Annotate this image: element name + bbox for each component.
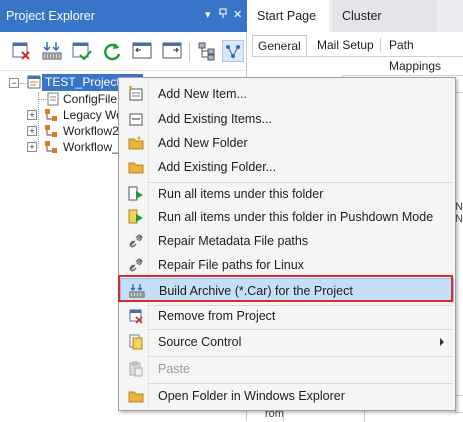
toolbar-separator: [189, 42, 190, 62]
menu-item-label: Paste: [158, 362, 190, 376]
build-archive-icon[interactable]: [41, 40, 63, 62]
submenu-arrow-icon: [440, 338, 444, 346]
tree-item-workflow-t[interactable]: Workflow_T: [63, 139, 126, 156]
menu-item-add-existing-items[interactable]: Add Existing Items...: [120, 107, 454, 131]
menu-item-remove[interactable]: Remove from Project: [120, 304, 454, 328]
close-icon[interactable]: ✕: [233, 8, 242, 21]
panel-title: Project Explorer: [6, 9, 95, 23]
menu-item-label: Repair Metadata File paths: [158, 234, 309, 248]
explorer-toolbar: [0, 32, 246, 71]
check-icon[interactable]: [71, 40, 93, 62]
document-tab-bar: Start Page Cluster Settings: [247, 0, 463, 55]
menu-item-repair-linux[interactable]: Repair File paths for Linux: [120, 253, 454, 277]
menu-item-build-archive[interactable]: Build Archive (*.Car) for the Project: [120, 278, 454, 302]
config-file-icon: [46, 92, 59, 106]
expand-icon[interactable]: +: [27, 142, 37, 152]
workflow-icon: [44, 124, 57, 137]
link-icon: [128, 233, 144, 249]
menu-item-label: Add New Folder: [158, 136, 248, 150]
folder-icon: [128, 159, 144, 175]
source-control-icon: [128, 334, 144, 350]
folder-new-icon: [128, 135, 144, 151]
menu-item-label: Run all items under this folder in Pushd…: [158, 210, 434, 224]
dropdown-icon[interactable]: ▾: [205, 8, 211, 21]
run-pushdown-icon: [128, 209, 144, 225]
subtab-divider: [380, 38, 381, 52]
subtab-mail-setup[interactable]: Mail Setup: [312, 35, 379, 56]
workflow-icon: [44, 108, 57, 121]
menu-item-label: Build Archive (*.Car) for the Project: [159, 284, 353, 298]
remove-icon: [128, 308, 144, 324]
menu-item-paste[interactable]: Paste: [120, 357, 454, 381]
tree-line: [38, 92, 40, 148]
panel-right-icon[interactable]: [161, 40, 183, 62]
workflow-icon: [44, 140, 57, 153]
menu-item-add-new-item[interactable]: Add New Item...: [120, 82, 454, 106]
remove-red-icon[interactable]: [10, 40, 32, 62]
link-icon: [128, 257, 144, 273]
menu-item-source-control[interactable]: Source Control: [120, 330, 454, 354]
background-text: ND: [455, 201, 463, 213]
run-icon: [128, 186, 144, 202]
add-existing-items-icon: [128, 111, 144, 127]
pin-icon[interactable]: [218, 8, 228, 21]
menu-item-add-existing-folder[interactable]: Add Existing Folder...: [120, 155, 454, 179]
background-text: ND: [455, 213, 463, 225]
menu-item-repair-metadata[interactable]: Repair Metadata File paths: [120, 229, 454, 253]
context-menu: Add New Item... Add Existing Items... Ad…: [118, 77, 456, 411]
menu-item-label: Add New Item...: [158, 87, 247, 101]
menu-item-add-new-folder[interactable]: Add New Folder: [120, 131, 454, 155]
menu-item-label: Source Control: [158, 335, 242, 349]
subtab-general[interactable]: General: [252, 35, 307, 56]
expand-icon[interactable]: +: [27, 110, 37, 120]
menu-item-label: Repair File paths for Linux: [158, 258, 304, 272]
refresh-icon[interactable]: [101, 40, 123, 62]
expand-icon[interactable]: +: [27, 126, 37, 136]
menu-item-label: Run all items under this folder: [158, 187, 324, 201]
menu-item-label: Add Existing Items...: [158, 112, 272, 126]
menu-item-label: Remove from Project: [158, 309, 276, 323]
add-new-item-icon: [128, 86, 144, 102]
menu-item-label: Open Folder in Windows Explorer: [158, 389, 345, 403]
network-icon[interactable]: [221, 39, 245, 63]
subtab-path-mappings[interactable]: Path Mappings: [384, 35, 463, 73]
collapse-icon[interactable]: −: [9, 78, 19, 88]
menu-item-label: Add Existing Folder...: [158, 160, 277, 174]
hierarchy-icon[interactable]: [196, 40, 218, 62]
folder-icon: [128, 388, 144, 404]
menu-item-run-all[interactable]: Run all items under this folder: [120, 182, 454, 206]
tab-cluster-settings[interactable]: Cluster Settings: [332, 0, 437, 55]
menu-item-run-pushdown[interactable]: Run all items under this folder in Pushd…: [120, 205, 454, 229]
tab-start-page[interactable]: Start Page: [247, 0, 329, 32]
menu-item-open-folder[interactable]: Open Folder in Windows Explorer: [120, 384, 454, 408]
project-file-icon: [27, 75, 41, 89]
panel-left-icon[interactable]: [131, 40, 153, 62]
background-field: [455, 395, 463, 413]
project-explorer-titlebar: Project Explorer ▾ ✕: [0, 0, 247, 32]
tree-item-label: Workflow_T: [63, 140, 127, 154]
settings-subtabs: General Mail Setup Path Mappings: [252, 32, 463, 73]
build-archive-icon: [129, 283, 145, 299]
tree-line: [38, 99, 46, 100]
paste-icon: [128, 361, 144, 377]
